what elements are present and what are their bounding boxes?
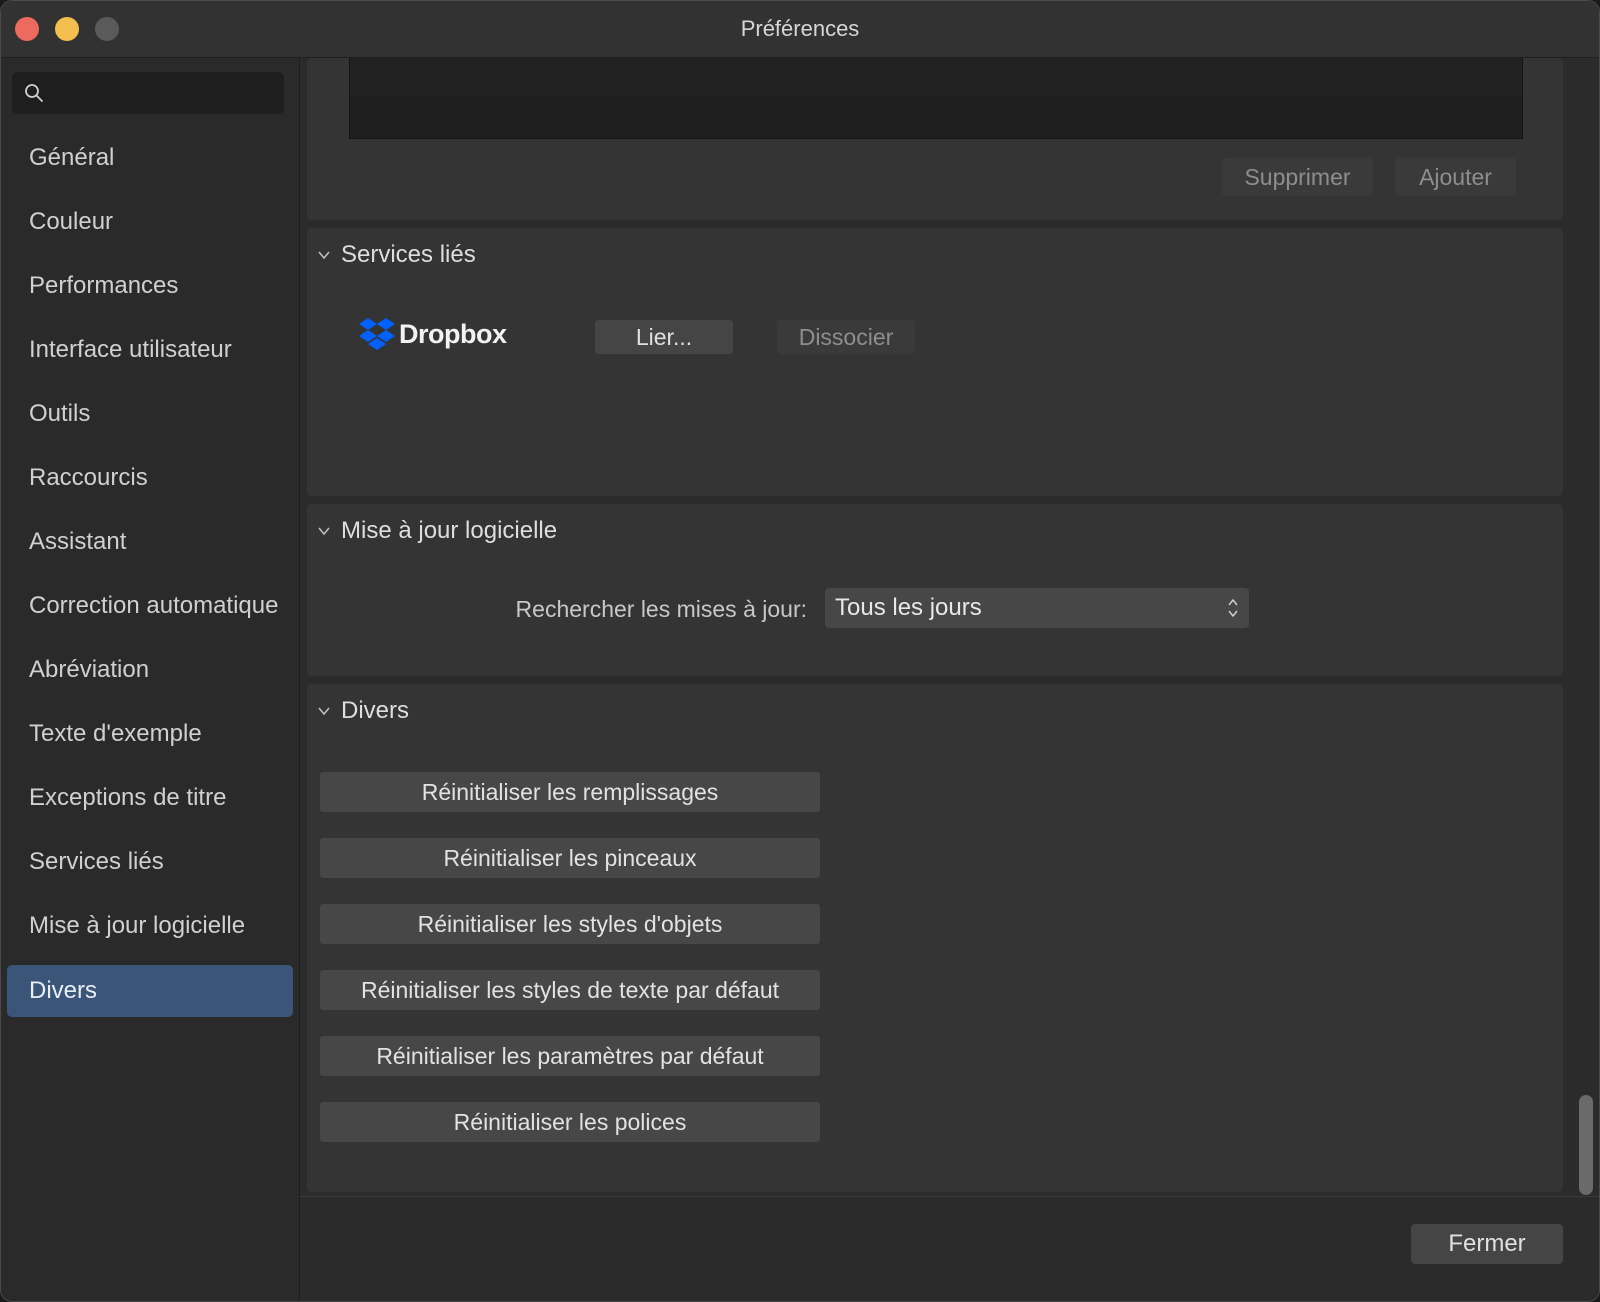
sidebar-item-linked-services[interactable]: Services liés (7, 836, 293, 888)
sidebar-item-shortcuts[interactable]: Raccourcis (7, 452, 293, 504)
reset-default-settings-button[interactable]: Réinitialiser les paramètres par défaut (320, 1036, 820, 1076)
sidebar-item-user-interface[interactable]: Interface utilisateur (7, 324, 293, 376)
update-frequency-select[interactable]: Tous les jours (825, 588, 1249, 628)
close-button[interactable]: Fermer (1411, 1224, 1563, 1264)
section-title: Divers (341, 697, 410, 724)
window-title: Préférences (740, 16, 860, 41)
search-icon (25, 84, 43, 102)
dropbox-label: Dropbox (399, 319, 507, 349)
updown-arrows-icon (1228, 598, 1238, 618)
list-row (350, 58, 1522, 96)
sidebar-item-color[interactable]: Couleur (7, 196, 293, 248)
sidebar-item-assistant[interactable]: Assistant (7, 516, 293, 568)
title-bar: Préférences (1, 1, 1599, 58)
items-list[interactable] (349, 58, 1523, 139)
sidebar-item-tools[interactable]: Outils (7, 388, 293, 440)
top-panel: Supprimer Ajouter (307, 58, 1563, 220)
link-button[interactable]: Lier... (595, 320, 733, 354)
sidebar-item-autocorrect[interactable]: Correction automatique (7, 580, 293, 632)
section-title: Mise à jour logicielle (341, 517, 558, 544)
software-update-section: Mise à jour logicielle Rechercher les mi… (307, 504, 1563, 676)
chevron-down-icon[interactable] (317, 248, 331, 262)
footer: Fermer (300, 1196, 1599, 1301)
reset-brushes-button[interactable]: Réinitialiser les pinceaux (320, 838, 820, 878)
reset-text-styles-button[interactable]: Réinitialiser les styles de texte par dé… (320, 970, 820, 1010)
dropbox-logo-icon (359, 318, 395, 350)
check-updates-label: Rechercher les mises à jour: (515, 596, 807, 622)
sidebar-item-software-update[interactable]: Mise à jour logicielle (7, 900, 293, 952)
add-button[interactable]: Ajouter (1395, 158, 1516, 196)
sidebar-item-general[interactable]: Général (7, 132, 293, 184)
sidebar-item-abbreviation[interactable]: Abréviation (7, 644, 293, 696)
selected-value: Tous les jours (835, 594, 982, 621)
preferences-window: Préférences Général Couleur Performances… (0, 0, 1600, 1302)
sidebar-item-sample-text[interactable]: Texte d'exemple (7, 708, 293, 760)
chevron-down-icon[interactable] (317, 524, 331, 538)
reset-fonts-button[interactable]: Réinitialiser les polices (320, 1102, 820, 1142)
unlink-button[interactable]: Dissocier (777, 320, 915, 354)
scrollbar[interactable] (1579, 1095, 1593, 1195)
delete-button[interactable]: Supprimer (1222, 158, 1373, 196)
sidebar-item-title-exceptions[interactable]: Exceptions de titre (7, 772, 293, 824)
reset-object-styles-button[interactable]: Réinitialiser les styles d'objets (320, 904, 820, 944)
sidebar-item-performance[interactable]: Performances (7, 260, 293, 312)
linked-services-section: Services liés Dropbox Lier... Dissocier (307, 228, 1563, 496)
misc-section: Divers Réinitialiser les remplissages Ré… (307, 684, 1563, 1192)
settings-content: Supprimer Ajouter Services liés Dropbox … (300, 58, 1599, 1301)
sidebar: Général Couleur Performances Interface u… (1, 58, 300, 1301)
section-title: Services liés (341, 241, 476, 268)
chevron-down-icon[interactable] (317, 704, 331, 718)
sidebar-item-misc[interactable]: Divers (7, 965, 293, 1017)
reset-fills-button[interactable]: Réinitialiser les remplissages (320, 772, 820, 812)
search-input[interactable] (12, 72, 284, 114)
